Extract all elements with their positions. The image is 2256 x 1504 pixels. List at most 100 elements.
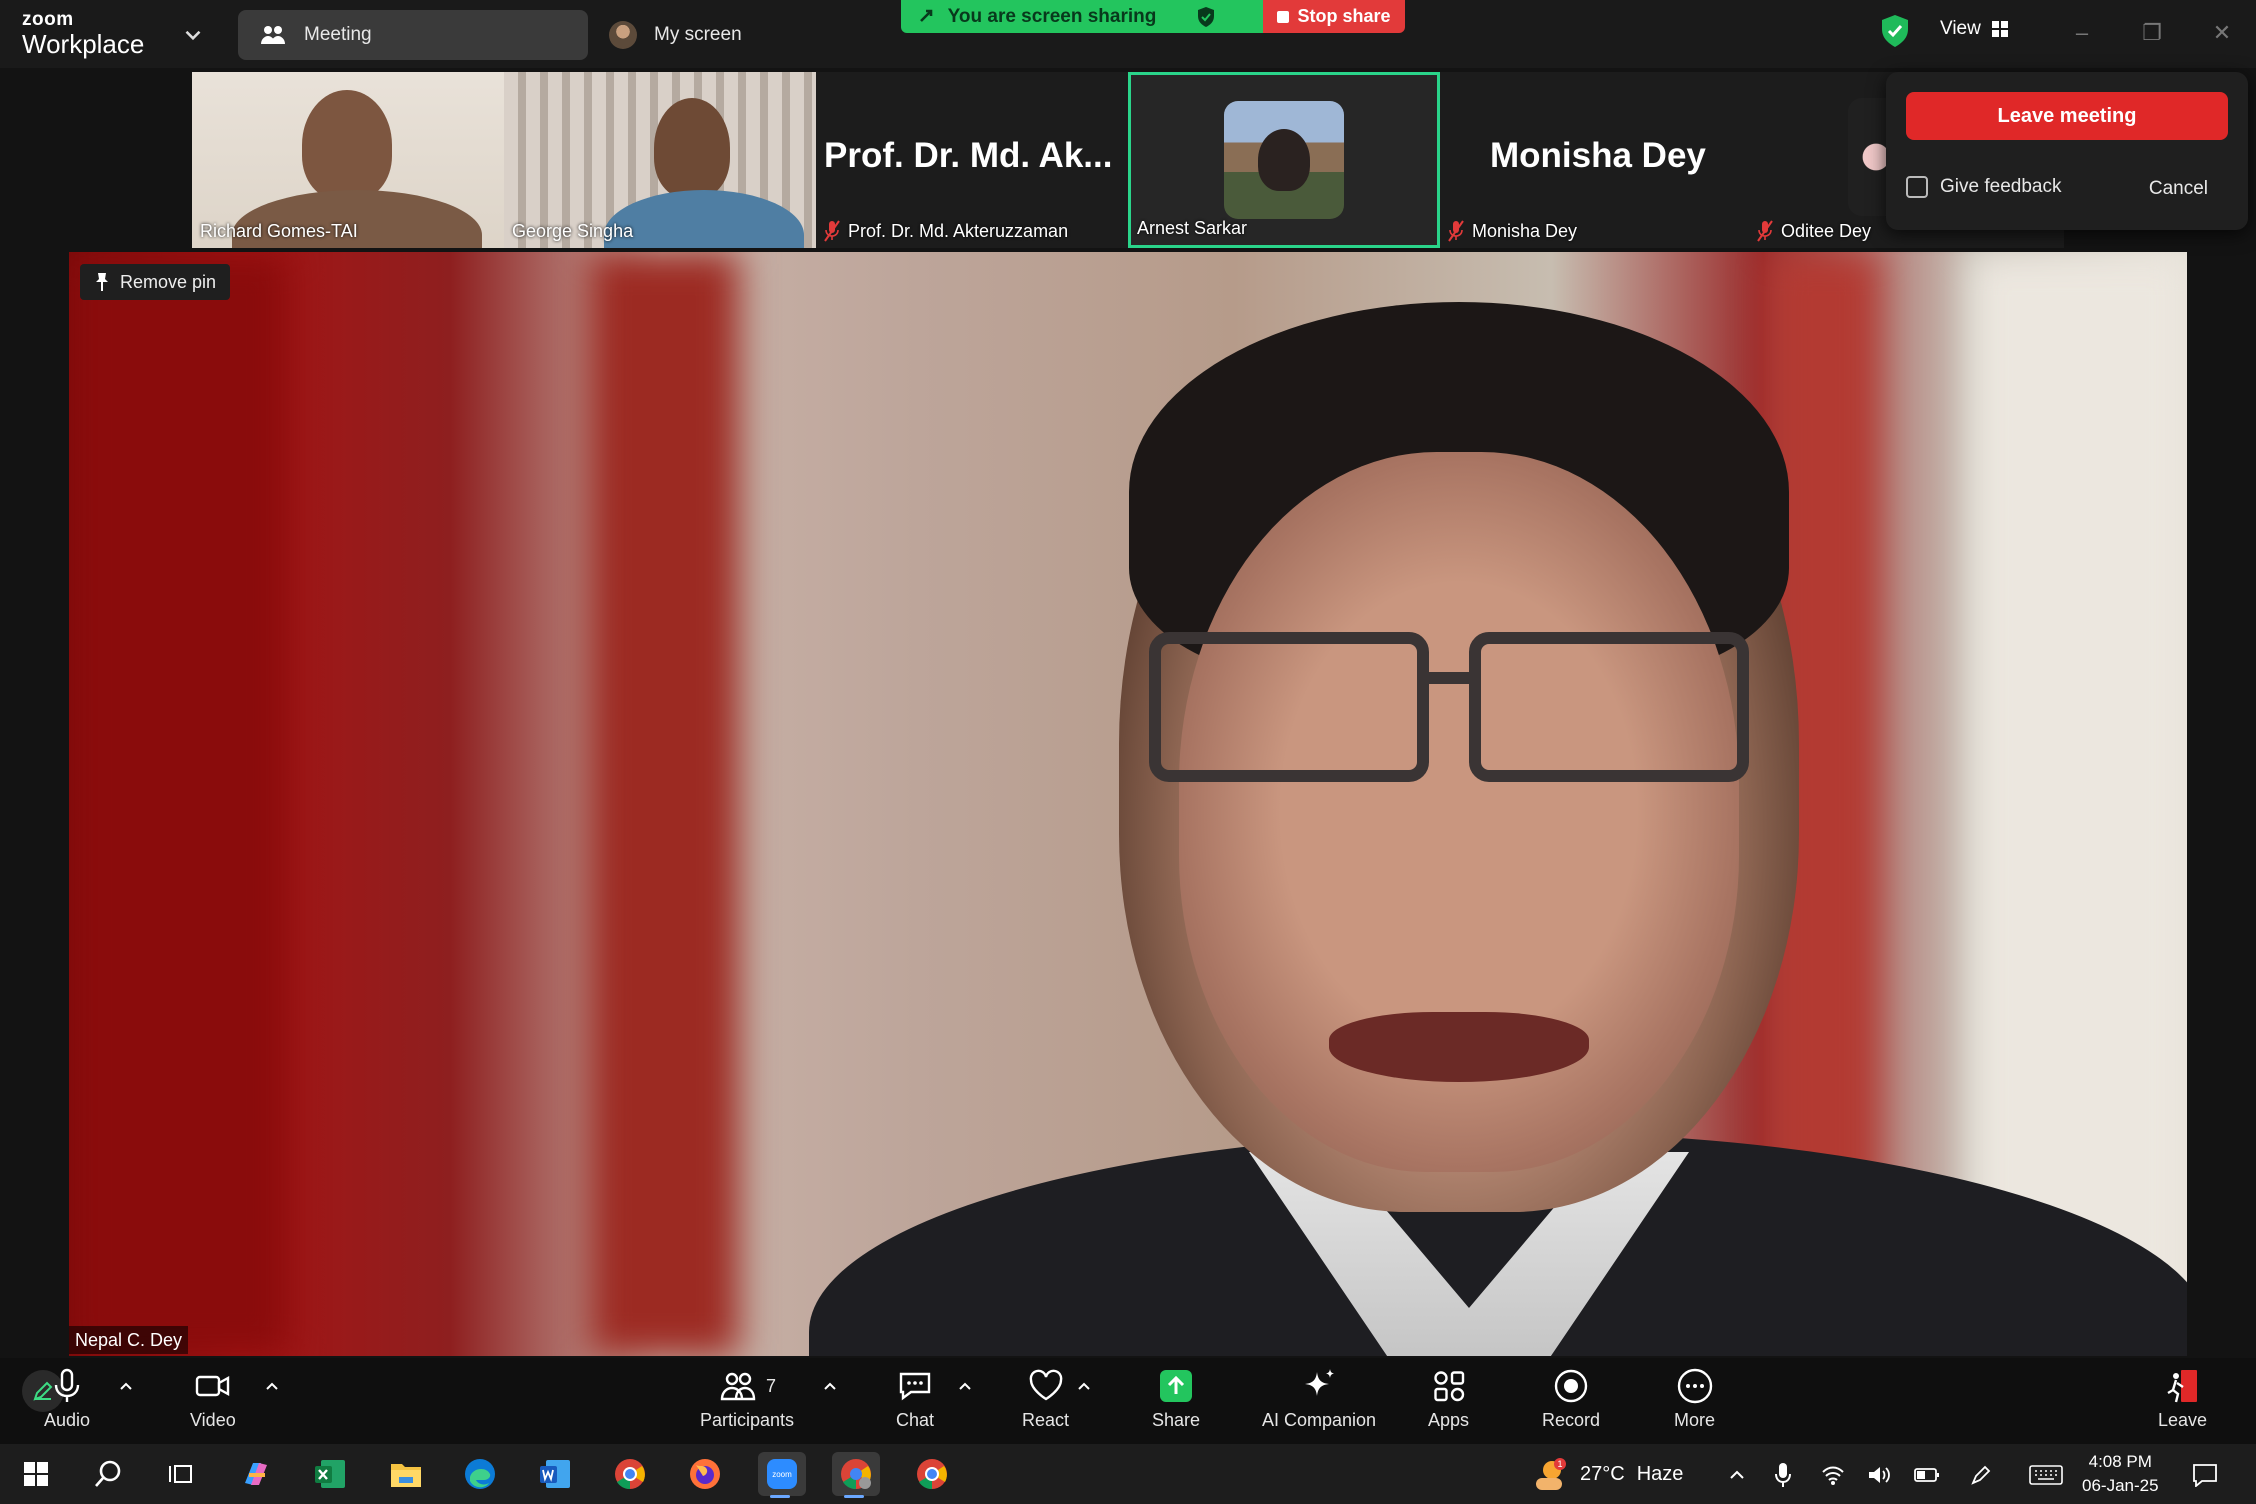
chevron-up-icon[interactable] [1722, 1460, 1752, 1490]
chat-options-caret-icon[interactable] [955, 1376, 975, 1396]
give-feedback-option[interactable]: Give feedback [1906, 176, 2061, 198]
apps-button[interactable]: Apps [1428, 1366, 1469, 1431]
speaker-name-label: Nepal C. Dey [69, 1326, 189, 1354]
search-icon[interactable] [86, 1452, 130, 1496]
remove-pin-label: Remove pin [120, 271, 217, 292]
avatar-figure [1258, 129, 1310, 191]
participant-name: Oditee Dey [1781, 220, 1872, 241]
volume-icon[interactable] [1864, 1460, 1894, 1490]
video-button[interactable]: Video [190, 1366, 236, 1431]
weather-badge: 1 [1557, 1459, 1562, 1469]
minimize-icon[interactable]: – [2067, 18, 2097, 48]
participant-name: Monisha Dey [1472, 220, 1578, 241]
ai-companion-button[interactable]: AI Companion [1262, 1366, 1376, 1431]
microphone-tray-icon[interactable] [1768, 1460, 1798, 1490]
pin-icon [96, 273, 108, 291]
audio-options-caret-icon[interactable] [116, 1376, 136, 1396]
chat-bubble-icon [899, 1372, 931, 1401]
mic-muted-icon [1448, 220, 1464, 242]
participant-tile-monisha[interactable]: Monisha Dey Monisha Dey [1440, 72, 1752, 248]
edge-browser-icon[interactable] [458, 1452, 502, 1496]
speaker-glasses-right [1469, 632, 1749, 782]
view-button[interactable]: View [1940, 18, 2009, 40]
speaker-mouth [1329, 1012, 1589, 1082]
participant-tile-arnest[interactable]: Arnest Sarkar [1128, 72, 1440, 248]
encryption-shield-icon[interactable] [1880, 14, 1910, 48]
more-options-icon [1677, 1368, 1712, 1404]
tab-meeting[interactable]: Meeting [238, 10, 588, 60]
file-explorer-icon[interactable] [384, 1452, 428, 1496]
audio-button[interactable]: Audio [44, 1366, 90, 1431]
stop-share-button[interactable]: Stop share [1263, 0, 1405, 33]
participant-video-george [654, 98, 730, 198]
wifi-icon[interactable] [1818, 1460, 1848, 1490]
participant-name-row: Prof. Dr. Md. Akteruzzaman [824, 220, 1068, 242]
windows-start-icon[interactable] [14, 1452, 58, 1496]
tab-my-screen[interactable]: My screen [600, 10, 800, 60]
keyboard-icon[interactable] [2026, 1460, 2066, 1490]
stop-icon [1277, 10, 1290, 23]
notification-icon[interactable] [2190, 1460, 2220, 1490]
participant-tile-george[interactable]: George Singha [504, 72, 816, 248]
video-options-caret-icon[interactable] [262, 1376, 282, 1396]
view-label: View [1940, 18, 1981, 39]
copilot-icon[interactable] [234, 1452, 278, 1496]
feedback-checkbox[interactable] [1906, 176, 1928, 198]
screen-sharing-label: You are screen sharing [947, 5, 1157, 27]
participants-button[interactable]: 7 Participants [700, 1366, 794, 1431]
restore-icon[interactable]: ❐ [2137, 18, 2167, 48]
weather-widget[interactable]: 1 27°C Haze [1532, 1458, 1683, 1490]
task-view-icon[interactable] [158, 1452, 202, 1496]
word-icon[interactable] [533, 1452, 577, 1496]
mic-muted-icon [1757, 220, 1773, 242]
record-button[interactable]: Record [1542, 1366, 1600, 1431]
firefox-icon[interactable] [683, 1452, 727, 1496]
brand-small: zoom [22, 9, 74, 30]
participants-icon [256, 18, 290, 52]
participant-tile-akteruzzaman[interactable]: Prof. Dr. Md. Ak... Prof. Dr. Md. Akteru… [816, 72, 1128, 248]
remove-pin-button[interactable]: Remove pin [80, 264, 231, 300]
excel-icon[interactable] [308, 1452, 352, 1496]
leave-meeting-button[interactable]: Leave meeting [1906, 92, 2228, 140]
participant-body [604, 190, 804, 248]
react-button[interactable]: React [1022, 1366, 1069, 1431]
battery-icon[interactable] [1912, 1460, 1942, 1490]
cancel-button[interactable]: Cancel [2149, 178, 2208, 200]
leave-door-icon [2166, 1370, 2197, 1403]
system-clock[interactable]: 4:08 PM 06-Jan-25 [2082, 1450, 2159, 1498]
ai-companion-label: AI Companion [1262, 1410, 1377, 1430]
feedback-label: Give feedback [1940, 176, 2062, 197]
chrome-icon[interactable] [608, 1452, 652, 1496]
close-icon[interactable]: ✕ [2207, 18, 2237, 48]
shield-check-icon [1198, 6, 1215, 27]
chat-label: Chat [895, 1410, 935, 1430]
zoom-taskbar-icon[interactable]: zoom [758, 1452, 806, 1498]
more-button[interactable]: More [1674, 1366, 1715, 1431]
clock-date: 06-Jan-25 [2082, 1476, 2159, 1495]
chrome-icon-2[interactable] [910, 1452, 954, 1496]
drag-handle-icon[interactable] [917, 7, 935, 25]
brand-big: Workplace [22, 29, 145, 59]
pen-icon[interactable] [1966, 1460, 1996, 1490]
participants-options-caret-icon[interactable] [820, 1376, 840, 1396]
react-options-caret-icon[interactable] [1074, 1376, 1094, 1396]
tab-meeting-label: Meeting [304, 24, 372, 45]
participant-tile-richard[interactable]: Richard Gomes-TAI [192, 72, 504, 248]
meeting-toolbar: Audio Video 7 Participants Chat React Sh… [0, 1358, 2256, 1444]
chevron-down-icon[interactable] [180, 22, 206, 48]
participants-label: Participants [700, 1410, 795, 1430]
leave-meeting-popup: Leave meeting Give feedback Cancel [1886, 72, 2248, 230]
active-indicator [770, 1495, 790, 1498]
share-label: Share [1152, 1410, 1201, 1430]
react-label: React [1022, 1410, 1070, 1430]
chrome-profile-icon[interactable] [832, 1452, 880, 1498]
leave-button[interactable]: Leave [2158, 1366, 2207, 1431]
share-button[interactable]: Share [1152, 1366, 1200, 1431]
active-speaker-video[interactable] [69, 252, 2187, 1356]
screen-sharing-status[interactable]: You are screen sharing [901, 0, 1263, 33]
background-blur [589, 252, 739, 1356]
top-bar: zoom Workplace Meeting My screen You are… [0, 0, 2256, 68]
chat-button[interactable]: Chat [895, 1366, 935, 1431]
share-screen-icon [1160, 1370, 1193, 1402]
apps-icon [1433, 1371, 1464, 1402]
